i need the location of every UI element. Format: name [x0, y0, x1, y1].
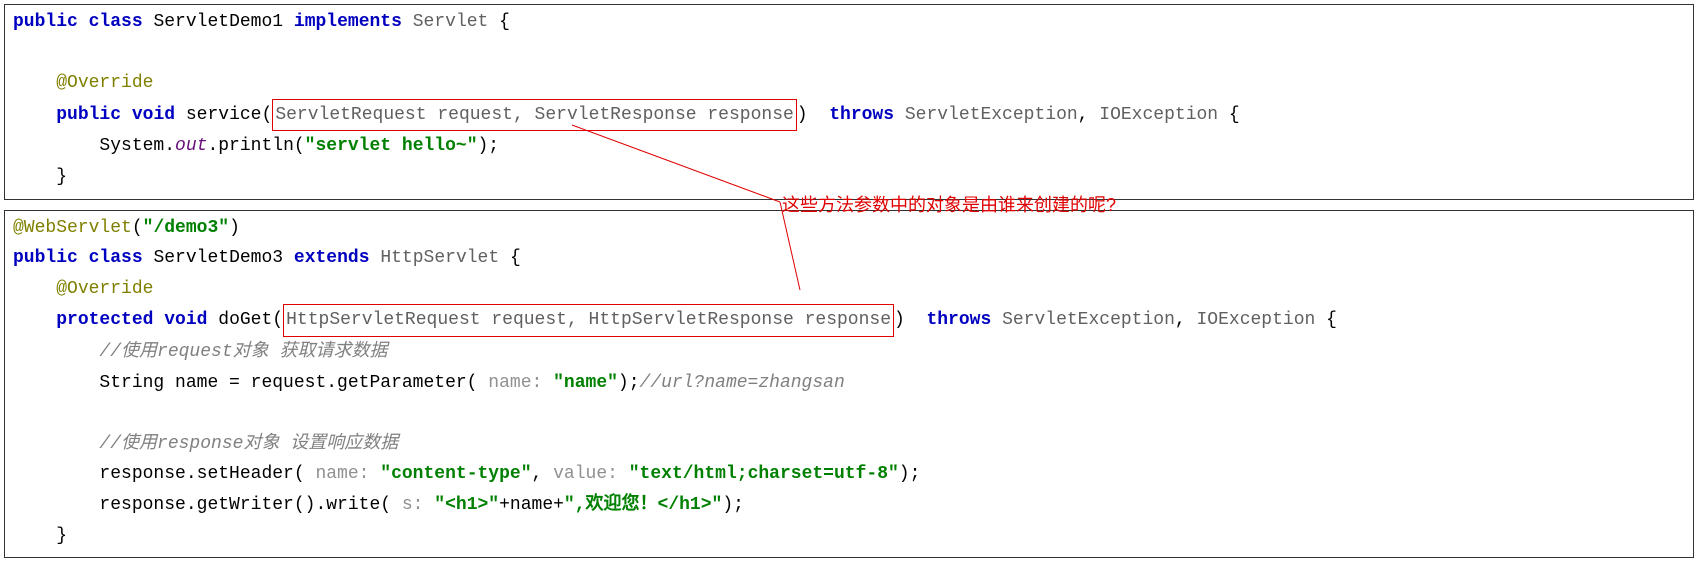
params: ServletRequest request, ServletResponse …: [275, 105, 793, 125]
type: ServletException: [905, 105, 1078, 125]
code: String name = request.getParameter(: [99, 373, 477, 393]
paren: (: [272, 310, 283, 330]
code: .println(: [207, 136, 304, 156]
paren: (: [132, 218, 143, 238]
classname: ServletDemo1: [153, 12, 283, 32]
string: ",欢迎您！</h1>": [564, 495, 722, 515]
classname: ServletDemo3: [153, 248, 283, 268]
param-hint: name:: [305, 464, 381, 484]
code-content-1: public class ServletDemo1 implements Ser…: [13, 7, 1685, 193]
keyword: throws: [926, 310, 991, 330]
keyword: void: [132, 105, 175, 125]
string: "text/html;charset=utf-8": [629, 464, 899, 484]
annotation: @Override: [56, 279, 153, 299]
highlighted-params-1: ServletRequest request, ServletResponse …: [272, 99, 796, 132]
type: IOException: [1197, 310, 1316, 330]
keyword: class: [89, 248, 143, 268]
paren: ): [894, 310, 905, 330]
string: "<h1>": [434, 495, 499, 515]
paren: (: [262, 105, 273, 125]
type: HttpServlet: [380, 248, 499, 268]
keyword: public: [13, 248, 78, 268]
comment: //使用response对象 设置响应数据: [99, 434, 398, 454]
brace: {: [499, 248, 521, 268]
keyword: protected: [56, 310, 153, 330]
method-name: doGet: [218, 310, 272, 330]
string: "servlet hello~": [305, 136, 478, 156]
brace: {: [488, 12, 510, 32]
method-name: service: [186, 105, 262, 125]
type: Servlet: [413, 12, 489, 32]
type: ServletException: [1002, 310, 1175, 330]
comma: ,: [1175, 310, 1197, 330]
keyword: public: [13, 12, 78, 32]
paren: ): [229, 218, 240, 238]
code: ,: [532, 464, 554, 484]
comment: //url?name=zhangsan: [640, 373, 845, 393]
param-hint: name:: [477, 373, 553, 393]
keyword: throws: [829, 105, 894, 125]
code: +name+: [499, 495, 564, 515]
string: "name": [553, 373, 618, 393]
type: IOException: [1099, 105, 1218, 125]
code: System.: [99, 136, 175, 156]
keyword: implements: [294, 12, 402, 32]
code: );: [899, 464, 921, 484]
params: HttpServletRequest request, HttpServletR…: [286, 310, 891, 330]
code: response.getWriter().write(: [99, 495, 391, 515]
highlighted-params-2: HttpServletRequest request, HttpServletR…: [283, 304, 894, 337]
param-hint: s:: [391, 495, 434, 515]
keyword: public: [56, 105, 121, 125]
code: );: [478, 136, 500, 156]
keyword: extends: [294, 248, 370, 268]
param-hint: value:: [553, 464, 629, 484]
string: "/demo3": [143, 218, 229, 238]
annotation: @WebServlet: [13, 218, 132, 238]
code-block-2: @WebServlet("/demo3") public class Servl…: [4, 210, 1694, 559]
code-block-1: public class ServletDemo1 implements Ser…: [4, 4, 1694, 200]
brace: }: [56, 167, 67, 187]
comment: //使用request对象 获取请求数据: [99, 342, 387, 362]
comma: ,: [1078, 105, 1100, 125]
brace: {: [1315, 310, 1337, 330]
keyword: void: [164, 310, 207, 330]
code: response.setHeader(: [99, 464, 304, 484]
code: );: [618, 373, 640, 393]
code-content-2: @WebServlet("/demo3") public class Servl…: [13, 213, 1685, 552]
keyword: class: [89, 12, 143, 32]
paren: ): [797, 105, 808, 125]
annotation: @Override: [56, 73, 153, 93]
string: "content-type": [380, 464, 531, 484]
field: out: [175, 136, 207, 156]
code: );: [722, 495, 744, 515]
brace: }: [56, 526, 67, 546]
brace: {: [1218, 105, 1240, 125]
